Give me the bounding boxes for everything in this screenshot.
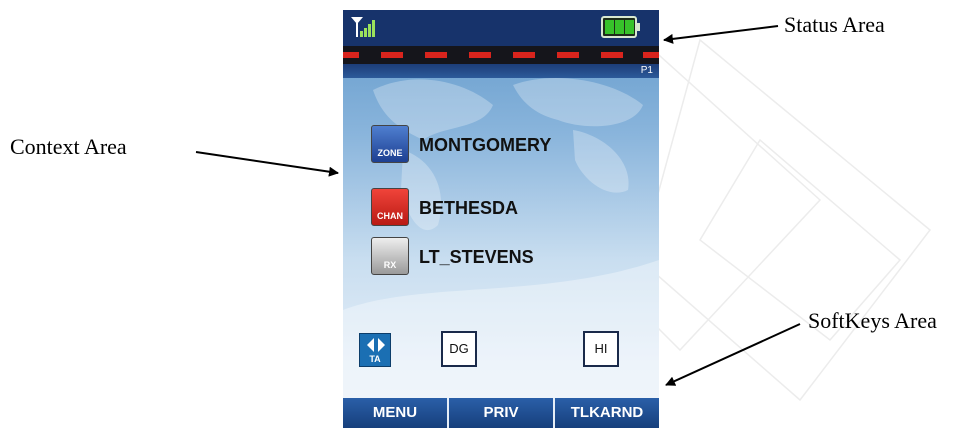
status-area-arrow bbox=[663, 25, 779, 44]
softkeys-area-arrow bbox=[665, 323, 801, 386]
context-area-arrow bbox=[195, 151, 339, 177]
callout-arrows bbox=[195, 25, 801, 386]
